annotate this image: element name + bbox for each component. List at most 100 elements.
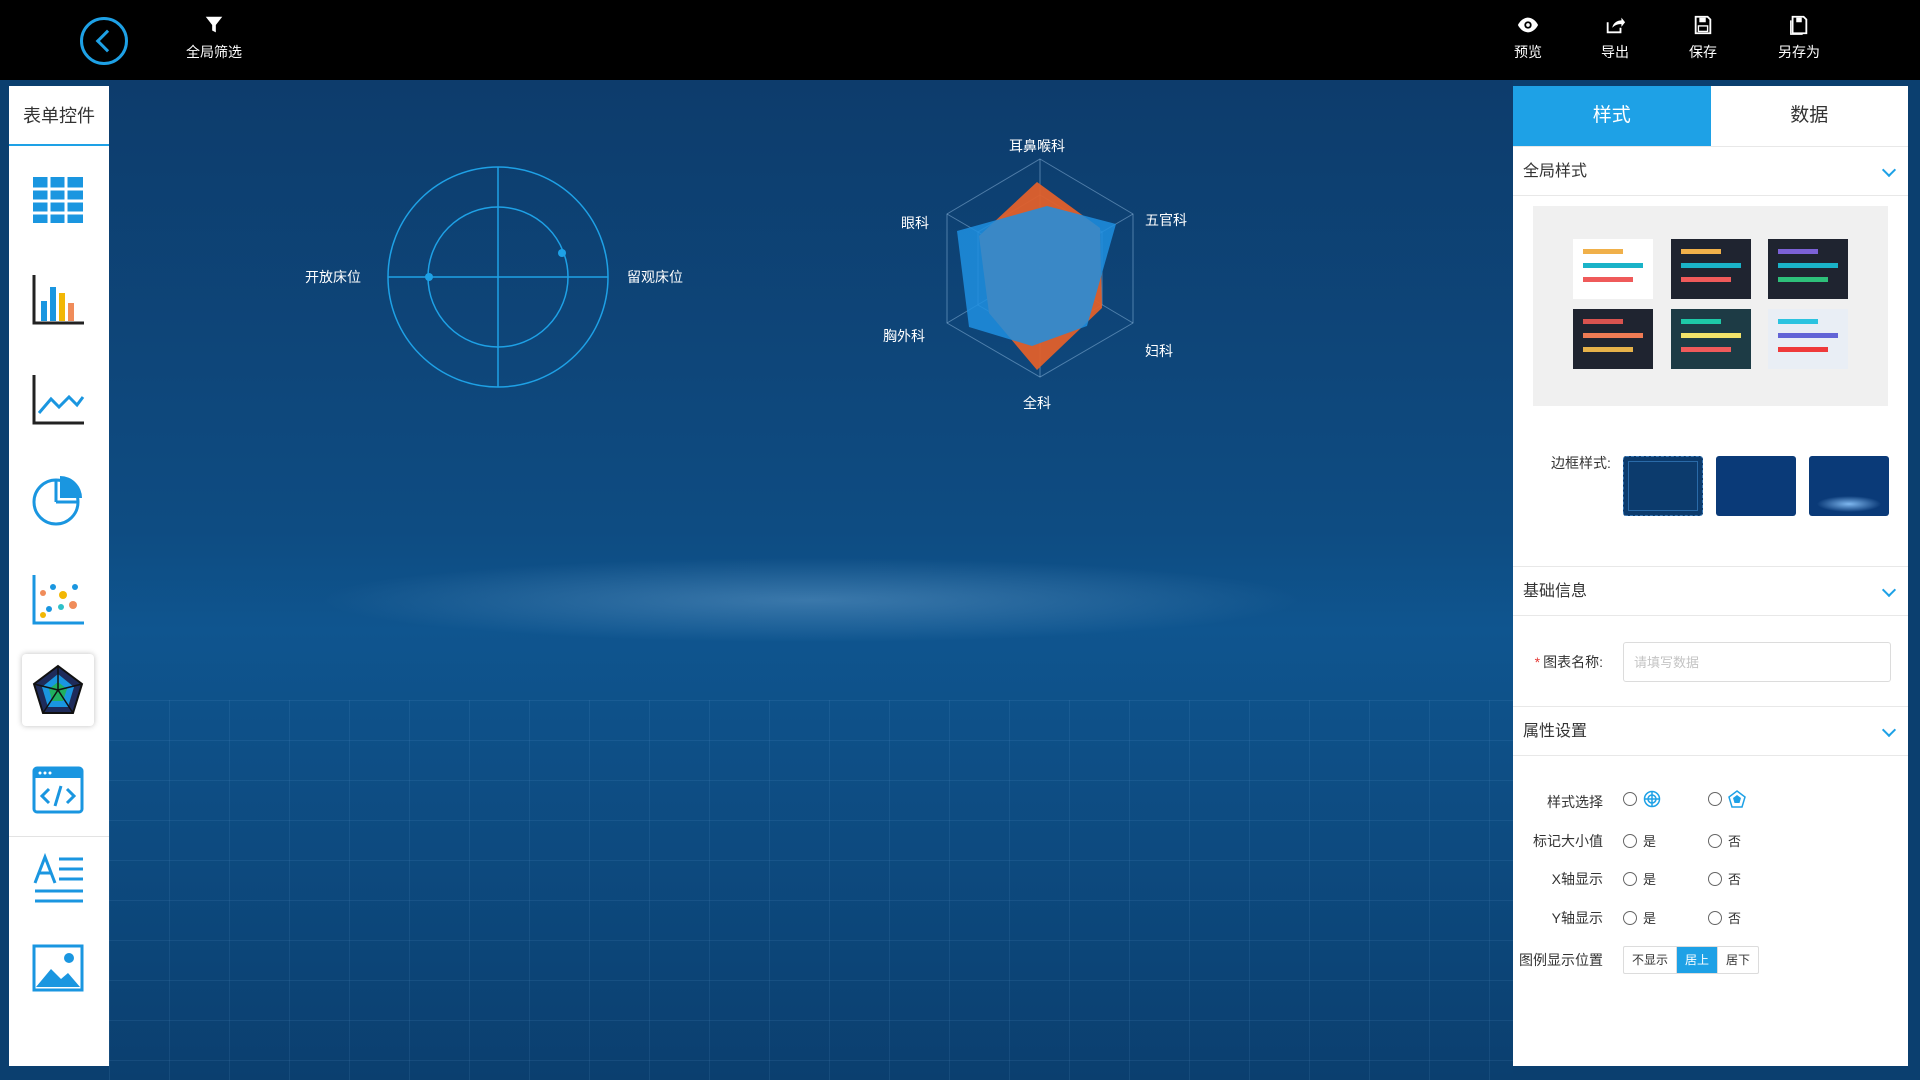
radar-label-2: 妇科: [1145, 343, 1173, 359]
section-global-style[interactable]: 全局样式: [1513, 146, 1908, 196]
radar-label-3: 全科: [1023, 395, 1051, 411]
border-style-option-2[interactable]: [1716, 456, 1796, 516]
top-toolbar: 全局筛选 预览 导出 保存 另存为: [0, 0, 1920, 80]
palette-item-scatter-chart[interactable]: [22, 564, 94, 636]
save-as-icon: [1790, 15, 1808, 35]
border-style-option-3[interactable]: [1809, 456, 1889, 516]
polar-point: [425, 273, 433, 281]
save-label: 保存: [1689, 44, 1717, 60]
preview-button[interactable]: 预览: [1514, 14, 1542, 62]
design-canvas[interactable]: 开放床位 留观床位 耳鼻喉科 五官科 妇科 全科 胸外科 眼科: [109, 80, 1513, 1080]
tab-style[interactable]: 样式: [1513, 86, 1711, 146]
filter-icon: [205, 16, 223, 33]
global-filter-label: 全局筛选: [186, 44, 242, 60]
panel-tabs: 样式 数据: [1513, 86, 1908, 146]
border-style-option-1[interactable]: [1623, 456, 1703, 516]
chart-name-input[interactable]: [1623, 642, 1891, 682]
preview-label: 预览: [1514, 44, 1542, 60]
palette-item-line-chart[interactable]: [22, 364, 94, 436]
radar-chart[interactable]: 耳鼻喉科 五官科 妇科 全科 胸外科 眼科: [883, 138, 1187, 411]
mark-size-yes[interactable]: 是: [1623, 831, 1656, 850]
scatter-chart-icon: [32, 575, 84, 625]
polar-label-right: 留观床位: [627, 269, 683, 285]
canvas-charts: 开放床位 留观床位 耳鼻喉科 五官科 妇科 全科 胸外科 眼科: [305, 138, 1187, 411]
border-style-label: 边框样式:: [1551, 455, 1611, 471]
radar-label-5: 眼科: [901, 215, 929, 231]
tab-data[interactable]: 数据: [1711, 86, 1909, 146]
style-option-polar[interactable]: [1623, 790, 1661, 808]
mark-size-no[interactable]: 否: [1708, 831, 1741, 850]
x-axis-no[interactable]: 否: [1708, 869, 1741, 888]
radio-button[interactable]: [1708, 910, 1722, 925]
theme-option-2[interactable]: [1671, 239, 1751, 299]
radar-label-1: 五官科: [1145, 212, 1187, 228]
y-axis-no[interactable]: 否: [1708, 908, 1741, 927]
code-icon: [32, 766, 84, 814]
eye-icon: [1517, 17, 1539, 33]
radar-chart-icon: [32, 664, 84, 714]
theme-option-5[interactable]: [1671, 309, 1751, 369]
save-as-label: 另存为: [1778, 44, 1820, 60]
save-as-button[interactable]: 另存为: [1778, 14, 1820, 62]
share-icon: [1606, 17, 1626, 34]
style-option-radar[interactable]: [1708, 790, 1746, 808]
palette-item-bar-chart[interactable]: [22, 264, 94, 336]
legend-position-label: 图例显示位置: [1519, 952, 1603, 968]
polar-chart[interactable]: 开放床位 留观床位: [305, 166, 683, 388]
polar-style-icon: [1643, 790, 1661, 808]
component-palette: 表单控件: [9, 86, 109, 1066]
theme-option-1[interactable]: [1573, 239, 1653, 299]
radar-label-0: 耳鼻喉科: [1009, 138, 1065, 154]
chevron-down-icon: [1881, 582, 1897, 598]
section-attribute-settings[interactable]: 属性设置: [1513, 706, 1908, 756]
legend-option-hide[interactable]: 不显示: [1624, 947, 1678, 973]
radio-button[interactable]: [1708, 833, 1722, 848]
legend-option-bottom[interactable]: 居下: [1718, 947, 1758, 973]
properties-panel: 样式 数据 全局样式 边框样式: 基础信息 *图表名称: 属性设置 样式选择 标…: [1513, 86, 1908, 1066]
polar-point: [558, 249, 566, 257]
y-axis-label: Y轴显示: [1551, 910, 1603, 926]
radio-button[interactable]: [1708, 792, 1722, 806]
radio-button[interactable]: [1623, 792, 1637, 806]
radar-series-blue: [957, 206, 1116, 346]
theme-picker: [1533, 206, 1888, 406]
palette-item-image[interactable]: [22, 932, 94, 1004]
legend-option-top[interactable]: 居上: [1677, 947, 1719, 973]
legend-position-selector: 不显示 居上 居下: [1623, 946, 1760, 974]
section-global-style-title: 全局样式: [1523, 163, 1588, 180]
chart-name-label: * 图表名称:: [1534, 654, 1603, 670]
x-axis-label: X轴显示: [1551, 871, 1603, 887]
global-filter-button[interactable]: 全局筛选: [186, 14, 242, 62]
chevron-down-icon: [1881, 162, 1897, 178]
radio-button[interactable]: [1623, 833, 1637, 848]
radio-button[interactable]: [1623, 910, 1637, 925]
line-chart-icon: [32, 375, 85, 425]
polar-label-left: 开放床位: [305, 269, 361, 285]
theme-option-6[interactable]: [1768, 309, 1848, 369]
theme-option-4[interactable]: [1573, 309, 1653, 369]
theme-option-3[interactable]: [1768, 239, 1848, 299]
required-marker: *: [1534, 654, 1541, 670]
save-icon: [1694, 15, 1712, 35]
mark-size-label: 标记大小值: [1533, 833, 1603, 849]
palette-item-code[interactable]: [22, 754, 94, 826]
palette-item-pie-chart[interactable]: [22, 464, 94, 536]
x-axis-yes[interactable]: 是: [1623, 869, 1656, 888]
text-icon: [33, 852, 83, 903]
palette-item-radar-chart[interactable]: [22, 654, 94, 726]
export-button[interactable]: 导出: [1601, 14, 1629, 62]
palette-item-text[interactable]: [22, 842, 94, 914]
y-axis-yes[interactable]: 是: [1623, 908, 1656, 927]
radio-button[interactable]: [1623, 871, 1637, 886]
palette-item-table[interactable]: [22, 164, 94, 236]
export-label: 导出: [1601, 44, 1629, 60]
radar-style-icon: [1728, 790, 1746, 808]
save-button[interactable]: 保存: [1689, 14, 1717, 62]
table-icon: [33, 177, 83, 223]
image-icon: [32, 944, 84, 992]
section-basic-info[interactable]: 基础信息: [1513, 566, 1908, 616]
palette-divider: [9, 836, 109, 837]
radio-button[interactable]: [1708, 871, 1722, 886]
chevron-down-icon: [1881, 722, 1897, 738]
back-button[interactable]: [80, 17, 128, 65]
